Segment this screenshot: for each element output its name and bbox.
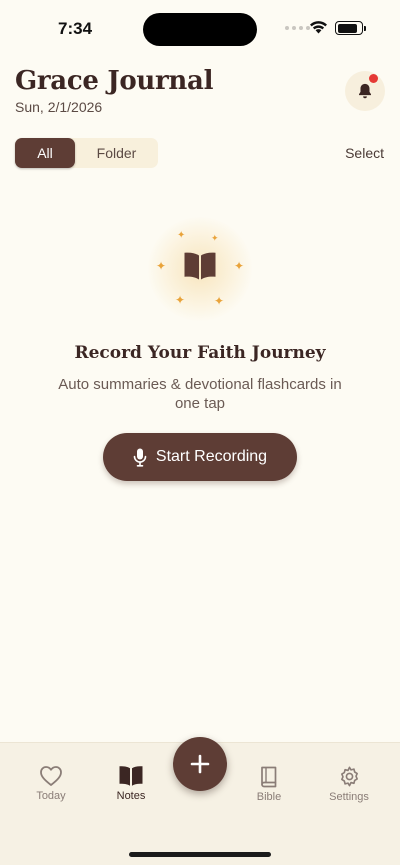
gear-icon: [340, 766, 358, 787]
wifi-icon: [310, 21, 327, 34]
empty-state-subtitle: Auto summaries & devotional flashcards i…: [58, 376, 342, 412]
plus-icon: [190, 754, 210, 774]
tab-today[interactable]: Today: [16, 765, 86, 802]
start-recording-button[interactable]: Start Recording: [103, 433, 297, 481]
page-title: Grace Journal: [15, 66, 214, 96]
closed-book-icon: [261, 766, 277, 788]
tab-notes-label: Notes: [116, 790, 146, 802]
tab-bible[interactable]: Bible: [234, 765, 304, 803]
bell-icon: [359, 83, 371, 99]
sparkle-icon: ✦: [234, 259, 245, 273]
sparkle-icon: ✦: [175, 293, 186, 307]
start-recording-label: Start Recording: [155, 448, 268, 465]
notifications-button[interactable]: [345, 71, 385, 111]
tab-bible-label: Bible: [256, 791, 282, 803]
tab-today-label: Today: [36, 790, 66, 802]
tab-settings[interactable]: Settings: [314, 765, 384, 803]
notes-filter: All Folder: [15, 138, 158, 168]
tab-notes[interactable]: Notes: [96, 765, 166, 802]
notification-badge: [369, 74, 378, 83]
dynamic-island: [143, 13, 257, 46]
microphone-icon: [133, 448, 147, 467]
page-date: Sun, 2/1/2026: [15, 99, 103, 115]
select-button[interactable]: Select: [345, 145, 384, 161]
battery-icon: [335, 21, 366, 35]
sparkle-icon: ✦: [156, 259, 167, 273]
open-book-icon: [119, 766, 143, 786]
filter-folder[interactable]: Folder: [75, 138, 158, 168]
heart-icon: [40, 766, 62, 786]
empty-state-title: Record Your Faith Journey: [74, 343, 326, 363]
status-time: 7:34: [58, 19, 93, 38]
filter-all[interactable]: All: [15, 138, 75, 168]
cellular-signal-icon: [285, 26, 310, 30]
home-indicator[interactable]: [129, 852, 271, 857]
status-bar: 7:34: [0, 0, 400, 56]
open-book-icon: [184, 252, 216, 280]
sparkle-icon: ✦: [177, 230, 186, 241]
sparkle-icon: ✦: [214, 294, 225, 308]
sparkle-icon: ✦: [211, 233, 219, 243]
tab-settings-label: Settings: [329, 791, 369, 803]
add-note-button[interactable]: [173, 737, 227, 791]
